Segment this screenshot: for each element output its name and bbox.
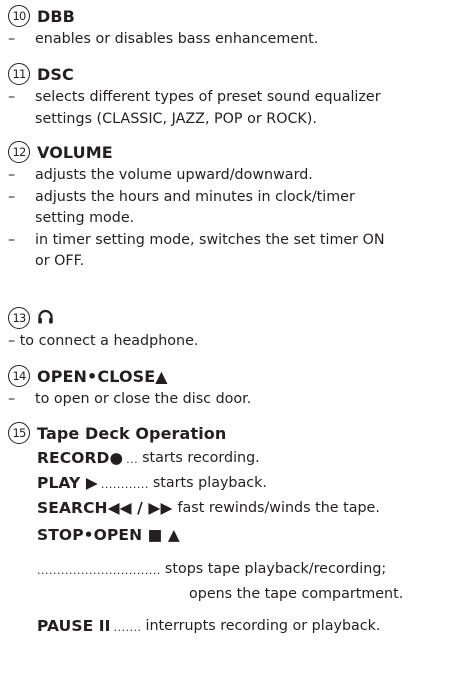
dot-leader: ............ <box>100 478 149 491</box>
dot-leader: ... <box>126 453 139 466</box>
section-headphone: 13 – to connect a headphone. <box>8 306 454 353</box>
record-description: starts recording. <box>142 449 260 466</box>
description-text: settings (CLASSIC, JAZZ, POP or ROCK). <box>35 110 317 127</box>
description-line: setting mode. <box>8 208 454 230</box>
circled-number: 10 <box>8 5 30 27</box>
description-line: – in timer setting mode, switches the se… <box>8 230 454 252</box>
dash-marker: – <box>8 31 16 47</box>
description-text: to connect a headphone. <box>19 333 199 349</box>
section-dsc: 11 DSC – selects different types of pres… <box>8 62 454 130</box>
tape-pause-row: PAUSE II ....... interrupts recording or… <box>8 613 454 638</box>
dot-leader: ....... <box>113 621 142 634</box>
section-volume: 12 VOLUME – adjusts the volume upward/do… <box>8 140 454 273</box>
tape-play-row: PLAY ▶ ............ starts playback. <box>8 470 454 495</box>
pause-key-label: PAUSE II <box>37 616 111 635</box>
record-key-label: RECORD● <box>37 448 124 467</box>
section-heading: 11 DSC <box>8 62 454 86</box>
tape-search-row: SEARCH◀◀ / ▶▶ fast rewinds/winds the tap… <box>8 495 454 520</box>
description-text: setting mode. <box>35 210 135 226</box>
section-heading: 10 DBB <box>8 4 454 28</box>
description-text: enables or disables bass enhancement. <box>35 31 319 47</box>
search-description: fast rewinds/winds the tape. <box>177 499 380 516</box>
section-title: VOLUME <box>37 142 113 162</box>
play-description: starts playback. <box>152 474 267 491</box>
description-line: settings (CLASSIC, JAZZ, POP or ROCK). <box>8 109 454 131</box>
description-text: to open or close the disc door. <box>35 391 252 407</box>
description-line: – to connect a headphone. <box>8 331 454 353</box>
section-heading: 12 VOLUME <box>8 140 454 164</box>
headphone-icon <box>37 308 54 329</box>
play-key-label: PLAY ▶ <box>37 473 98 492</box>
circled-number: 15 <box>8 422 30 444</box>
circled-number: 11 <box>8 63 30 85</box>
description-text: adjusts the volume upward/downward. <box>35 167 313 183</box>
dash-marker: – <box>8 231 16 248</box>
description-line: – adjusts the volume upward/downward. <box>8 165 454 187</box>
description-line: – adjusts the hours and minutes in clock… <box>8 187 454 209</box>
dash-marker: – <box>8 188 16 205</box>
section-title: Tape Deck Operation <box>37 423 227 443</box>
description-text: in timer setting mode, switches the set … <box>35 231 385 248</box>
dash-marker: – <box>8 89 16 105</box>
tape-record-row: RECORD● ... starts recording. <box>8 445 454 470</box>
section-heading: 15 Tape Deck Operation <box>8 421 454 445</box>
tape-stop-desc-row-2: opens the tape compartment. <box>8 581 454 606</box>
dash-marker: – <box>8 167 16 183</box>
section-heading: 13 <box>8 306 454 330</box>
stop-description-line-2: opens the tape compartment. <box>189 585 404 602</box>
circled-number: 13 <box>8 307 30 329</box>
pause-description: interrupts recording or playback. <box>145 617 381 634</box>
search-key-label: SEARCH◀◀ / ▶▶ <box>37 498 173 517</box>
description-text: or OFF. <box>35 253 85 269</box>
circled-number: 14 <box>8 365 30 387</box>
section-title: OPEN•CLOSE▲ <box>37 366 168 386</box>
section-title: DSC <box>37 64 74 84</box>
stop-description-line-1: stops tape playback/recording; <box>164 560 387 577</box>
circled-number: 12 <box>8 141 30 163</box>
dash-marker: – <box>8 391 16 407</box>
section-dbb: 10 DBB – enables or disables bass enhanc… <box>8 4 454 51</box>
description-line: – enables or disables bass enhancement. <box>8 29 454 51</box>
description-text: selects different types of preset sound … <box>35 89 381 105</box>
section-title: DBB <box>37 6 75 26</box>
stop-open-key-label: STOP•OPEN ■ ▲ <box>37 525 180 544</box>
description-text: adjusts the hours and minutes in clock/t… <box>35 188 355 205</box>
dash-marker: – <box>8 333 16 349</box>
section-open-close: 14 OPEN•CLOSE▲ – to open or close the di… <box>8 364 454 411</box>
description-line: or OFF. <box>8 251 454 273</box>
description-line: – to open or close the disc door. <box>8 389 454 411</box>
section-heading: 14 OPEN•CLOSE▲ <box>8 364 454 388</box>
tape-stop-desc-row: ............................... stops ta… <box>8 556 454 581</box>
description-line: – selects different types of preset soun… <box>8 87 454 109</box>
section-tape-deck: 15 Tape Deck Operation RECORD● ... start… <box>8 421 454 638</box>
dot-leader: ............................... <box>37 564 161 577</box>
tape-stop-open-row: STOP•OPEN ■ ▲ <box>8 522 454 547</box>
